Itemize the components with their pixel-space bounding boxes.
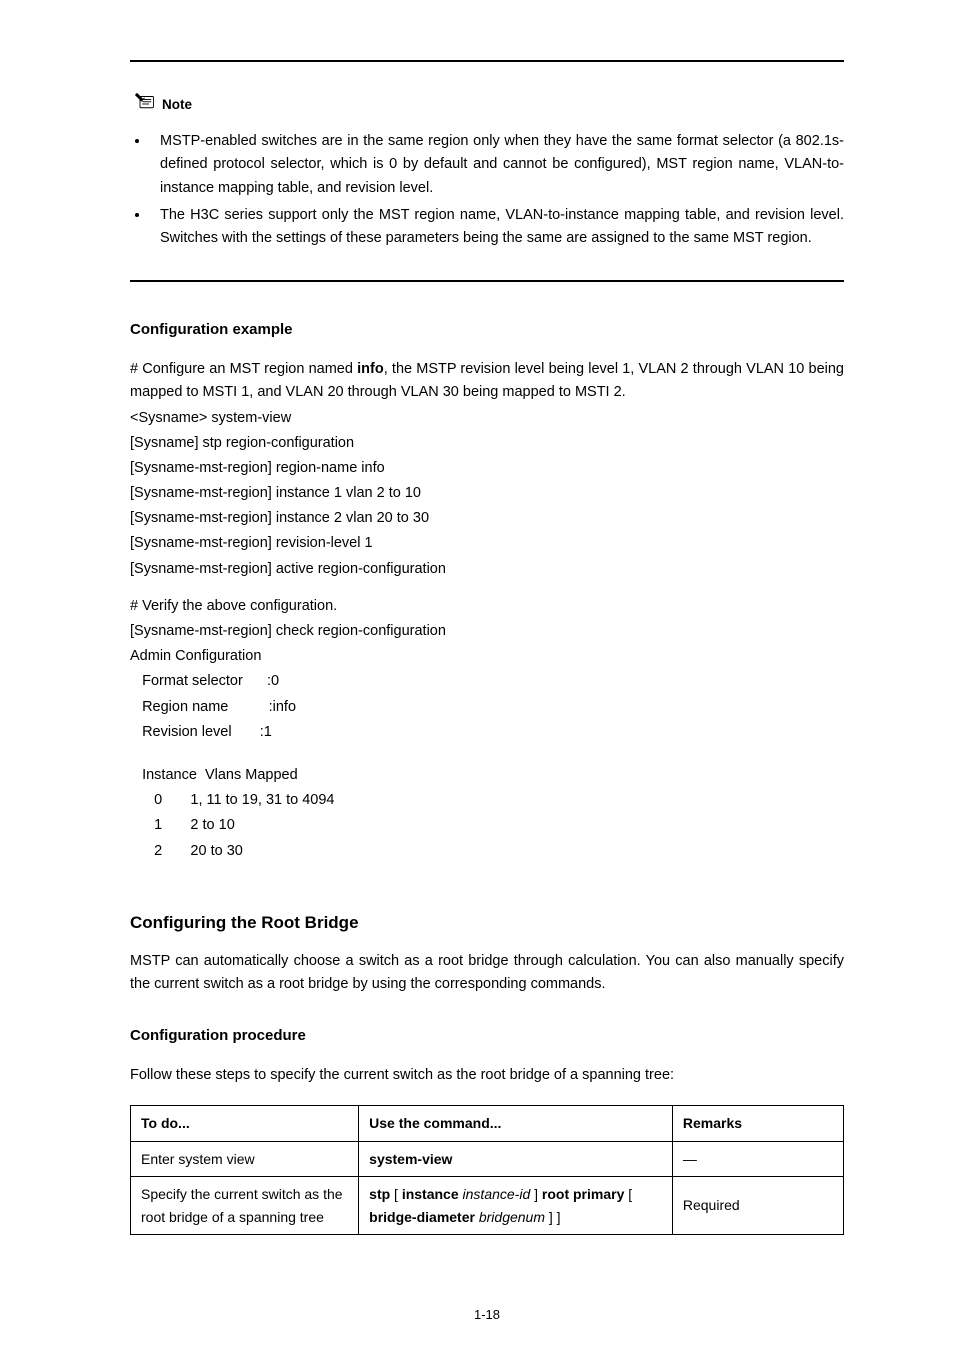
cli-line: Instance Vlans Mapped	[130, 764, 844, 787]
note-header: Note	[134, 92, 844, 118]
cell-cmd: stp [ instance instance-id ] root primar…	[359, 1177, 673, 1235]
cell-remarks: Required	[672, 1177, 843, 1235]
cli-line: [Sysname-mst-region] revision-level 1	[130, 532, 844, 555]
cli-line: [Sysname-mst-region] region-name info	[130, 457, 844, 480]
config-example-intro: # Configure an MST region named info, th…	[130, 358, 844, 404]
cell-todo: Enter system view	[131, 1141, 359, 1176]
config-table: To do... Use the command... Remarks Ente…	[130, 1105, 844, 1235]
cli-line: Region name :info	[130, 696, 844, 719]
cmd-arg: bridgenum	[475, 1209, 549, 1225]
table-header-row: To do... Use the command... Remarks	[131, 1106, 844, 1141]
cli-line: 1 2 to 10	[130, 814, 844, 837]
cli-line: [Sysname-mst-region] check region-config…	[130, 620, 844, 643]
cli-line: 2 20 to 30	[130, 840, 844, 863]
page-number: 1-18	[130, 1305, 844, 1326]
cli-line: Revision level :1	[130, 721, 844, 744]
config-example-heading: Configuration example	[130, 318, 844, 342]
region-name-value: info	[357, 361, 384, 377]
procedure-heading: Configuration procedure	[130, 1024, 844, 1048]
table-row: Enter system view system-view —	[131, 1141, 844, 1176]
cmd-arg: instance-id	[459, 1186, 534, 1202]
note-label: Note	[162, 97, 192, 112]
cmd-bracket: ] ]	[549, 1209, 561, 1225]
cmd-keyword: system-view	[369, 1151, 452, 1167]
note-icon	[134, 92, 158, 118]
root-bridge-heading: Configuring the Root Bridge	[130, 909, 844, 936]
cell-todo: Specify the current switch as the root b…	[131, 1177, 359, 1235]
cli-line: 0 1, 11 to 19, 31 to 4094	[130, 789, 844, 812]
note-bullet: MSTP-enabled switches are in the same re…	[150, 130, 844, 200]
cli-line: Format selector :0	[130, 670, 844, 693]
verify-line: # Verify the above configuration.	[130, 595, 844, 618]
col-header-remarks: Remarks	[672, 1106, 843, 1141]
note-bullet: The H3C series support only the MST regi…	[150, 204, 844, 250]
note-block: Note MSTP-enabled switches are in the sa…	[130, 92, 844, 250]
text: # Configure an MST region named	[130, 361, 357, 377]
col-header-cmd: Use the command...	[359, 1106, 673, 1141]
cmd-bracket: [	[394, 1186, 402, 1202]
cell-remarks: —	[672, 1141, 843, 1176]
cmd-keyword: bridge-diameter	[369, 1209, 475, 1225]
cli-line: [Sysname-mst-region] instance 1 vlan 2 t…	[130, 482, 844, 505]
cmd-keyword: root primary	[538, 1186, 628, 1202]
cmd-keyword: instance	[402, 1186, 459, 1202]
note-bullet-list: MSTP-enabled switches are in the same re…	[150, 130, 844, 250]
cmd-bracket: [	[628, 1186, 632, 1202]
cmd-keyword: stp	[369, 1186, 394, 1202]
cli-line: [Sysname-mst-region] instance 2 vlan 20 …	[130, 507, 844, 530]
cli-line: [Sysname] stp region-configuration	[130, 432, 844, 455]
cell-cmd: system-view	[359, 1141, 673, 1176]
cli-line: [Sysname-mst-region] active region-confi…	[130, 558, 844, 581]
root-bridge-intro: MSTP can automatically choose a switch a…	[130, 950, 844, 996]
cli-line: <Sysname> system-view	[130, 407, 844, 430]
col-header-todo: To do...	[131, 1106, 359, 1141]
cli-line: Admin Configuration	[130, 645, 844, 668]
procedure-intro: Follow these steps to specify the curren…	[130, 1064, 844, 1087]
table-row: Specify the current switch as the root b…	[131, 1177, 844, 1235]
